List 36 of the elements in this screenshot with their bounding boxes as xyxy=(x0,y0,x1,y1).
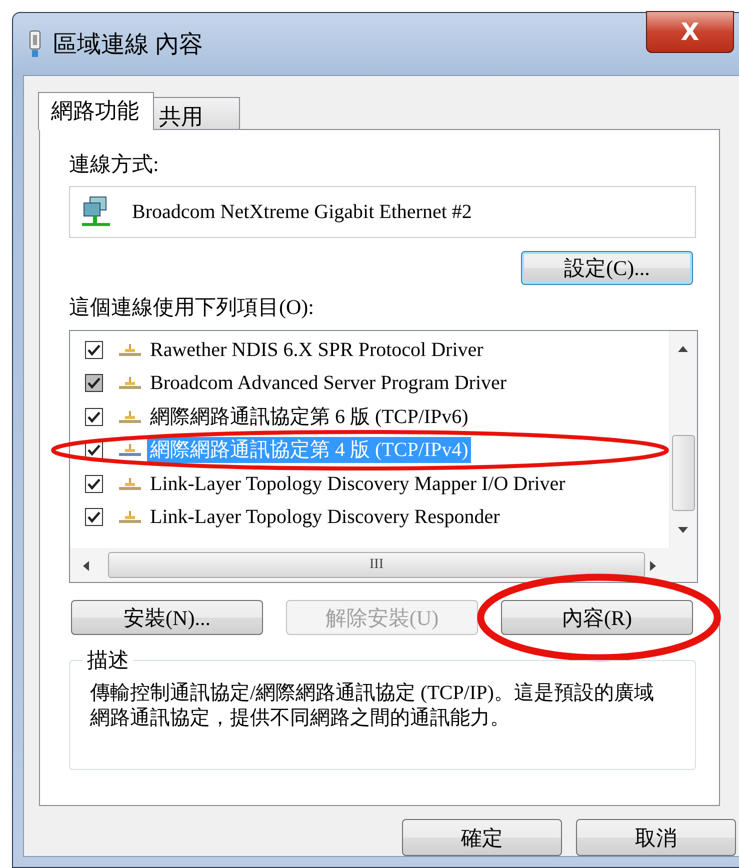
scroll-left-icon[interactable] xyxy=(82,560,90,572)
configure-button[interactable]: 設定(C)... xyxy=(521,251,693,285)
protocol-icon xyxy=(118,342,142,357)
items-label: 這個連線使用下列項目(O): xyxy=(69,294,315,321)
properties-button[interactable]: 內容(R) xyxy=(501,600,693,635)
checkbox[interactable] xyxy=(85,508,103,526)
close-button[interactable]: X xyxy=(646,11,734,53)
vertical-scrollbar[interactable] xyxy=(669,331,697,548)
checkbox[interactable] xyxy=(85,408,103,426)
network-adapter-icon xyxy=(80,195,112,229)
list-item[interactable]: Rawether NDIS 6.X SPR Protocol Driver xyxy=(147,336,486,363)
tab[interactable]: 網路功能 xyxy=(38,92,154,130)
scroll-right-icon[interactable] xyxy=(649,560,657,572)
list-item[interactable]: Link-Layer Topology Discovery Mapper I/O Driver xyxy=(147,470,568,497)
checkbox[interactable] xyxy=(85,340,103,359)
install-button[interactable]: 安裝(N)... xyxy=(71,600,263,635)
horizontal-scrollbar[interactable]: III xyxy=(70,548,697,582)
protocol-icon xyxy=(118,443,142,458)
tab[interactable]: 共用 xyxy=(153,97,240,129)
connect-using-label: 連線方式: xyxy=(69,151,160,178)
list-item[interactable]: Link-Layer Topology Discovery Responder xyxy=(147,504,503,530)
ok-button[interactable]: 確定 xyxy=(402,819,562,856)
checkbox[interactable] xyxy=(85,474,103,493)
protocol-icon xyxy=(118,476,142,491)
cancel-button[interactable]: 取消 xyxy=(576,819,736,856)
adapter-name: Broadcom NetXtreme Gigabit Ethernet #2 xyxy=(132,200,472,224)
description-text: 傳輸控制通訊協定/網際網路通訊協定 (TCP/IP)。這是預設的廣域網路通訊協定，提供不同網路之間的通訊能力。 xyxy=(90,681,655,731)
network-plug-icon xyxy=(27,29,43,59)
scroll-down-icon[interactable] xyxy=(677,526,689,534)
protocol-icon xyxy=(118,376,142,390)
window-title: 區域連線 內容 xyxy=(53,30,203,60)
list-item[interactable]: 網際網路通訊協定第 6 版 (TCP/IPv6) xyxy=(147,404,472,430)
protocol-icon xyxy=(118,410,142,424)
scroll-grip: III xyxy=(370,557,384,573)
protocol-icon xyxy=(118,510,142,524)
scroll-up-icon[interactable] xyxy=(677,345,689,353)
